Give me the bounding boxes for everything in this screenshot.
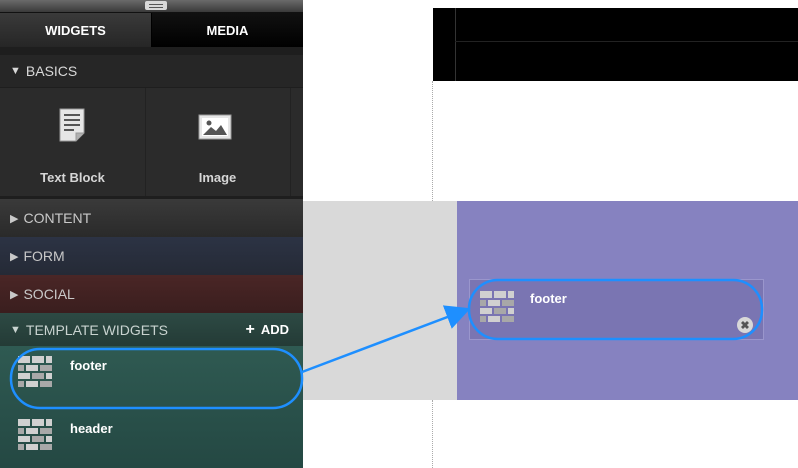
template-widget-footer-label: footer [70, 358, 107, 373]
expanded-arrow-icon: ▼ [10, 323, 21, 336]
drag-handle-icon[interactable] [145, 1, 167, 10]
section-template-widgets-label: TEMPLATE WIDGETS [25, 321, 168, 338]
template-widget-icon [18, 419, 52, 450]
widget-sidebar: WIDGETS MEDIA ▼ BASICS Text Block Image … [0, 0, 303, 468]
basics-widget-grid: Text Block Image [0, 88, 303, 196]
section-content-label: CONTENT [23, 210, 92, 226]
template-widget-header[interactable]: header [0, 407, 303, 467]
template-widget-footer[interactable]: footer [0, 346, 303, 406]
resize-handle-bar[interactable] [0, 0, 303, 13]
section-content[interactable]: ▶ CONTENT [0, 199, 303, 237]
collapsed-arrow-icon: ▶ [10, 212, 19, 225]
page-canvas: footer ✖ [303, 0, 798, 468]
tab-widgets[interactable]: WIDGETS [0, 13, 152, 47]
add-button-label: ADD [260, 322, 289, 337]
placed-widget-footer[interactable]: footer ✖ [469, 279, 764, 340]
plus-icon: + [245, 320, 255, 338]
sidebar-tabs: WIDGETS MEDIA [0, 13, 303, 47]
section-social-label: SOCIAL [23, 286, 75, 302]
expanded-arrow-icon: ▼ [10, 65, 21, 77]
section-form-label: FORM [23, 248, 65, 264]
widget-image-label: Image [198, 170, 237, 185]
remove-icon[interactable]: ✖ [737, 317, 753, 333]
collapsed-arrow-icon: ▶ [10, 288, 19, 301]
tab-media[interactable]: MEDIA [152, 13, 303, 47]
collapsed-arrow-icon: ▶ [10, 250, 19, 263]
image-icon [198, 114, 232, 140]
template-widget-header-label: header [70, 421, 113, 436]
widget-text-block[interactable]: Text Block [0, 88, 146, 196]
widget-text-block-label: Text Block [40, 170, 105, 185]
template-widget-list: footer header [0, 346, 303, 468]
section-basics-label: BASICS [25, 63, 78, 79]
template-widget-icon [18, 356, 52, 387]
section-basics[interactable]: ▼ BASICS [0, 55, 303, 87]
add-template-widget-button[interactable]: + ADD [245, 313, 289, 346]
widget-image[interactable]: Image [145, 88, 291, 196]
template-widget-icon [480, 291, 514, 322]
section-template-widgets[interactable]: ▼ TEMPLATE WIDGETS + ADD [0, 313, 303, 346]
column-guide [432, 400, 433, 468]
section-form[interactable]: ▶ FORM [0, 237, 303, 275]
section-social[interactable]: ▶ SOCIAL [0, 275, 303, 313]
page-header-block[interactable] [433, 8, 798, 81]
column-guide [432, 81, 433, 201]
text-block-icon [59, 108, 85, 142]
placed-widget-label: footer [530, 291, 567, 306]
row-gutter [303, 201, 457, 400]
